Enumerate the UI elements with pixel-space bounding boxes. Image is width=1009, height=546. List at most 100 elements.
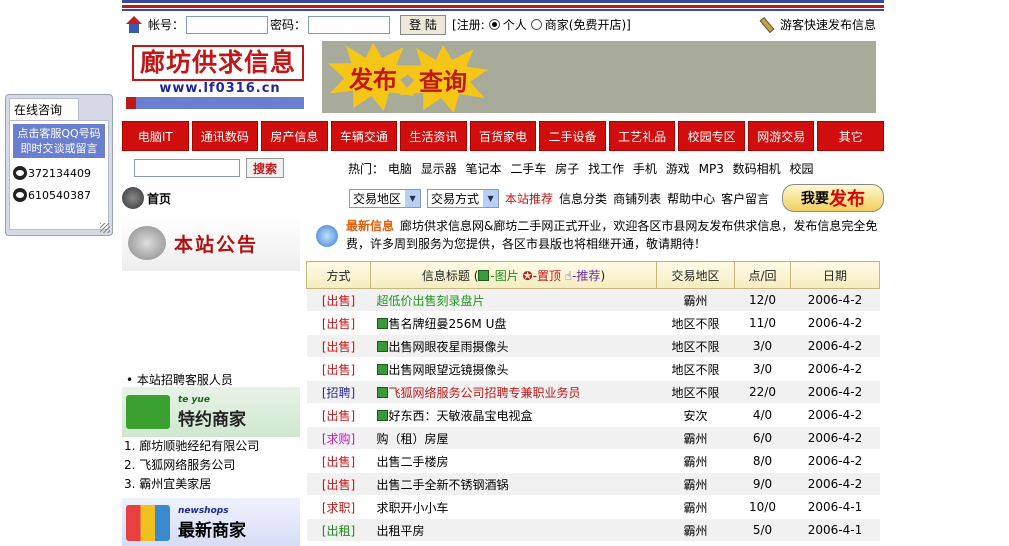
nav-item-appliances[interactable]: 百货家电 — [469, 121, 537, 151]
row-type: [求购] — [306, 426, 371, 450]
nav-item-other[interactable]: 其它 — [817, 121, 885, 151]
row-title-cell[interactable]: 出售网眼夜星雨摄像头 — [370, 334, 657, 358]
table-row[interactable]: [出售] 出售二手全新不锈钢酒锅 霸州 9/0 2006-4-2 — [306, 472, 880, 496]
nav-item-games[interactable]: 网游交易 — [747, 121, 815, 151]
link-shops[interactable]: 商铺列表 — [613, 190, 661, 207]
row-title[interactable]: 求职开小小车 — [377, 501, 449, 515]
table-row[interactable]: [招聘] 飞狐网络服务公司招聘专兼职业务员 地区不限 22/0 2006-4-2 — [306, 380, 880, 404]
row-title[interactable]: 出售二手楼房 — [377, 455, 449, 469]
hot-keyword[interactable]: 手机 — [633, 162, 657, 176]
method-select[interactable]: 交易方式 ▼ — [427, 188, 500, 208]
table-row[interactable]: [出售] 出售网眼夜星雨摄像头 地区不限 3/0 2006-4-2 — [306, 334, 880, 358]
row-region: 地区不限 — [656, 357, 735, 381]
row-type: [招聘] — [306, 380, 371, 404]
table-row[interactable]: [求职] 求职开小小车 霸州 10/0 2006-4-1 — [306, 495, 880, 519]
hot-keyword[interactable]: MP3 — [699, 162, 724, 176]
row-type: [出售] — [306, 472, 371, 496]
nav-item-computer[interactable]: 电脑IT — [122, 121, 189, 151]
hot-keyword[interactable]: 二手车 — [510, 162, 546, 176]
table-row[interactable]: [出售] 好东西：天敏液晶宝电视盒 安次 4/0 2006-4-2 — [306, 403, 880, 427]
toolbar: 首页 交易地区 ▼ 交易方式 ▼ 本站推荐 信息分类 商铺列表 帮助中心 客户留言 … — [122, 183, 884, 213]
row-title[interactable]: 出租平房 — [377, 524, 425, 538]
business-radio[interactable] — [530, 19, 542, 30]
account-input[interactable] — [186, 15, 269, 34]
hot-keyword[interactable]: 数码相机 — [733, 162, 781, 176]
hot-keyword[interactable]: 校园 — [790, 162, 814, 176]
row-title[interactable]: 好东西：天敏液晶宝电视盒 — [389, 409, 533, 423]
list-item[interactable]: 1. 廊坊顺驰经纪有限公司 — [122, 437, 300, 456]
toolbar-links: 本站推荐 信息分类 商铺列表 帮助中心 客户留言 — [505, 190, 769, 207]
row-title[interactable]: 飞狐网络服务公司招聘专兼职业务员 — [389, 386, 581, 400]
row-title-cell[interactable]: 出售二手全新不锈钢酒锅 — [370, 472, 657, 496]
business-label: 商家(免费开店) — [544, 18, 627, 32]
search-input[interactable] — [134, 159, 240, 177]
speaker-icon — [128, 226, 166, 260]
region-select[interactable]: 交易地区 ▼ — [349, 188, 422, 208]
hot-keyword[interactable]: 笔记本 — [466, 162, 502, 176]
register-options: [注册: 个人 商家(免费开店) ] — [452, 16, 631, 33]
row-title[interactable]: 出售网眼望远镜摄像头 — [389, 363, 509, 377]
banner-ad[interactable]: 发布 查询 — [322, 41, 876, 113]
table-header-row: 方式 信息标题 (-图片 ✪-置顶 ☝-推荐) 交易地区 点/回 日期 — [306, 261, 880, 289]
table-row[interactable]: [求购] 购（租）房屋 霸州 6/0 2006-4-2 — [306, 426, 880, 450]
row-title-cell[interactable]: 求职开小小车 — [370, 495, 657, 519]
password-input[interactable] — [308, 15, 391, 34]
table-row[interactable]: [出售] 售名牌纽曼256M U盘 地区不限 11/0 2006-4-2 — [306, 311, 880, 335]
qq-penguin-icon — [13, 166, 27, 180]
row-date: 2006-4-2 — [790, 426, 880, 450]
latest-news: 最新信息 廊坊供求信息网&廊坊二手网正式开业，欢迎各区市县网友发布供求信息，发布信… — [304, 215, 884, 257]
row-title-cell[interactable]: 出售网眼望远镜摄像头 — [370, 357, 657, 381]
guest-publish-link[interactable]: 游客快速发布信息 — [758, 16, 876, 33]
publish-button[interactable]: 我要 发布 — [782, 184, 884, 212]
row-title-cell[interactable]: 出租平房 — [370, 518, 657, 542]
row-title-cell[interactable]: 超低价出售刻录盘片 — [370, 288, 657, 312]
row-title-cell[interactable]: 好东西：天敏液晶宝电视盒 — [370, 403, 657, 427]
personal-radio[interactable] — [488, 19, 500, 30]
link-feedback[interactable]: 客户留言 — [721, 190, 769, 207]
consult-tip[interactable]: 点击客服QQ号码即时交谈或留言 — [13, 124, 105, 158]
publish-burst: 发布 — [328, 43, 418, 111]
link-categories[interactable]: 信息分类 — [559, 190, 607, 207]
table-row[interactable]: [出租] 出租平房 霸州 5/0 2006-4-1 — [306, 518, 880, 542]
row-title[interactable]: 购（租）房屋 — [377, 432, 449, 446]
hot-keyword[interactable]: 房子 — [555, 162, 579, 176]
table-row[interactable]: [出售] 出售网眼望远镜摄像头 地区不限 3/0 2006-4-2 — [306, 357, 880, 381]
nav-item-realestate[interactable]: 房产信息 — [261, 121, 328, 151]
list-item[interactable]: 3. 霸州宜美家居 — [122, 475, 300, 494]
hot-keyword[interactable]: 显示器 — [421, 162, 457, 176]
row-hits: 5/0 — [734, 518, 791, 542]
site-logo[interactable]: 廊坊供求信息网 www.lf0316.cn — [122, 41, 312, 117]
hot-keyword[interactable]: 找工作 — [588, 162, 624, 176]
row-title-cell[interactable]: 出售二手楼房 — [370, 449, 657, 473]
row-title-cell[interactable]: 购（租）房屋 — [370, 426, 657, 450]
row-title[interactable]: 售名牌纽曼256M U盘 — [389, 317, 507, 331]
nav-item-life[interactable]: 生活资讯 — [400, 121, 467, 151]
hot-keyword[interactable]: 电脑 — [388, 162, 412, 176]
link-help[interactable]: 帮助中心 — [667, 190, 715, 207]
qq-contact-2[interactable]: 610540387 — [13, 188, 105, 202]
home-link[interactable]: 首页 — [147, 190, 343, 207]
nav-item-crafts[interactable]: 工艺礼品 — [608, 121, 676, 151]
notice-item[interactable]: • 本站招聘客服人员 — [122, 371, 300, 387]
table-row[interactable]: [出售] 出售二手楼房 霸州 8/0 2006-4-2 — [306, 449, 880, 473]
resize-grip-icon[interactable] — [100, 223, 110, 233]
table-row[interactable]: [出售] 超低价出售刻录盘片 霸州 12/0 2006-4-2 — [306, 288, 880, 312]
nav-item-campus[interactable]: 校园专区 — [678, 121, 745, 151]
hot-keyword[interactable]: 游戏 — [666, 162, 690, 176]
row-date: 2006-4-2 — [790, 334, 880, 358]
row-title-cell[interactable]: 飞狐网络服务公司招聘专兼职业务员 — [370, 380, 657, 404]
link-recommend[interactable]: 本站推荐 — [505, 190, 553, 207]
search-button[interactable]: 搜索 — [246, 158, 285, 178]
nav-item-used-equipment[interactable]: 二手设备 — [539, 121, 606, 151]
picture-icon — [478, 269, 490, 281]
new-merchants-header: newshops 最新商家 — [122, 498, 300, 546]
row-title[interactable]: 出售网眼夜星雨摄像头 — [389, 340, 509, 354]
login-button[interactable]: 登 陆 — [400, 14, 447, 35]
qq-contact-1[interactable]: 372134409 — [13, 166, 105, 180]
list-item[interactable]: 2. 飞狐网络服务公司 — [122, 456, 300, 475]
row-title[interactable]: 超低价出售刻录盘片 — [377, 294, 485, 308]
nav-item-vehicles[interactable]: 车辆交通 — [330, 121, 398, 151]
row-title-cell[interactable]: 售名牌纽曼256M U盘 — [370, 311, 657, 335]
nav-item-telecom[interactable]: 通讯数码 — [191, 121, 259, 151]
row-title[interactable]: 出售二手全新不锈钢酒锅 — [377, 478, 509, 492]
